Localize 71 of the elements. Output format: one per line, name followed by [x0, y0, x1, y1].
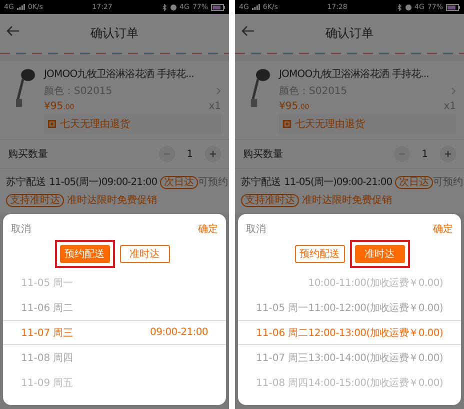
page-title: 确认订单 — [326, 24, 374, 42]
signal-icon — [252, 4, 260, 10]
option-time: 10:00-11:00(加收运费￥0.00) — [308, 278, 443, 288]
product-name: JOMOO九牧卫浴淋浴花洒 手持花... — [44, 68, 195, 81]
option-time: 13:00-14:00(加收运费￥0.00) — [308, 352, 443, 364]
bluetooth-icon — [396, 4, 402, 10]
signal-icon — [16, 4, 25, 10]
next-day-tag: 次日达 — [160, 176, 198, 188]
return-policy-text: 七天无理由退货 — [295, 118, 365, 131]
plus-icon — [444, 150, 452, 158]
next-day-tag: 次日达 — [395, 176, 434, 188]
cancel-button[interactable]: 取消 — [246, 222, 266, 236]
option-date: 11-09 周五 — [21, 378, 74, 388]
plus-icon — [209, 150, 217, 158]
page-title: 确认订单 — [90, 24, 138, 42]
option-date: 11-08 周四 — [21, 352, 74, 364]
delivery-mode-tab[interactable]: 预约配送 — [60, 245, 110, 263]
confirm-button[interactable]: 确定 — [198, 222, 218, 236]
option-time: 14:00-15:00(加收运费￥0.00) — [308, 378, 443, 388]
option-date: 11-05 周一 — [21, 278, 74, 288]
promotion-note: 准时达限时免费促销 — [302, 194, 392, 207]
delivery-mode-tab[interactable]: 准时达 — [120, 245, 170, 263]
delivery-mode-tab[interactable]: 准时达 — [354, 245, 404, 263]
on-time-tag: 支持准时达 — [241, 194, 299, 206]
quantity-label: 购买数量 — [8, 148, 48, 161]
option-time: 12:00-13:00(加收运费￥0.00) — [308, 328, 443, 338]
quantity-label: 购买数量 — [243, 148, 283, 161]
product-name: JOMOO九牧卫浴淋浴花洒 手持花... — [279, 68, 430, 81]
time-option-row[interactable]: 11-06 周二 — [3, 295, 226, 320]
increase-button[interactable] — [440, 146, 456, 162]
quantity-value: 1 — [422, 148, 428, 160]
delivery-time: 11-05(周一)09:00-21:00 — [284, 176, 392, 189]
bluetooth-icon — [162, 4, 167, 10]
time-option-row[interactable]: 11-07 周三13:00-14:00(加收运费￥0.00) — [238, 345, 461, 370]
chevron-icon — [216, 87, 221, 95]
cancel-button[interactable]: 取消 — [11, 222, 31, 236]
option-date: 11-07 周三 — [21, 328, 74, 338]
delivery-label: 苏宁配送 — [241, 176, 281, 189]
time-option-row[interactable]: 10:00-11:00(加收运费￥0.00) — [238, 270, 461, 295]
option-date: 11-08 周四 — [256, 378, 308, 388]
time-option-row[interactable]: 11-05 周一 — [3, 270, 226, 295]
promotion-note: 准时达限时免费促销 — [67, 194, 157, 207]
increase-button[interactable] — [205, 146, 221, 162]
option-date: 11-06 周二 — [21, 302, 74, 314]
time-option-row[interactable]: 11-05 周一11:00-12:00(加收运费￥0.00) — [238, 295, 461, 320]
option-date: 11-05 周一 — [256, 302, 308, 314]
delivery-status: 可预约 — [433, 176, 464, 189]
delivery-status: 可预约 — [198, 176, 228, 189]
time-option-row[interactable]: 11-06 周二12:00-13:00(加收运费￥0.00) — [238, 320, 461, 345]
time-option-row[interactable]: 11-08 周四14:00-15:00(加收运费￥0.00) — [238, 370, 461, 395]
confirm-button[interactable]: 确定 — [433, 222, 453, 236]
return-icon — [48, 120, 56, 128]
battery-icon — [446, 4, 460, 10]
delivery-mode-tab[interactable]: 预约配送 — [294, 245, 344, 263]
delivery-time: 11-05(周一)09:00-21:00 — [49, 176, 158, 189]
battery-icon — [211, 4, 225, 10]
quantity-value: 1 — [186, 148, 193, 160]
time-option-row[interactable]: 11-08 周四 — [3, 345, 226, 370]
chevron-icon — [451, 87, 456, 95]
return-policy-text: 七天无理由退货 — [60, 118, 130, 131]
back-arrow-icon[interactable] — [241, 25, 255, 37]
option-time: 09:00-21:00 — [150, 327, 208, 338]
option-date: 11-06 周二 — [256, 328, 308, 338]
option-date: 11-07 周三 — [256, 352, 308, 364]
option-time: 11:00-12:00(加收运费￥0.00) — [308, 302, 443, 314]
time-option-row[interactable]: 11-09 周五 — [3, 370, 226, 395]
delivery-label: 苏宁配送 — [6, 176, 46, 189]
time-option-row[interactable]: 11-07 周三 09:00-21:00 — [3, 320, 226, 345]
back-arrow-icon[interactable] — [6, 25, 20, 37]
return-icon — [283, 120, 291, 128]
on-time-tag: 支持准时达 — [6, 194, 64, 206]
